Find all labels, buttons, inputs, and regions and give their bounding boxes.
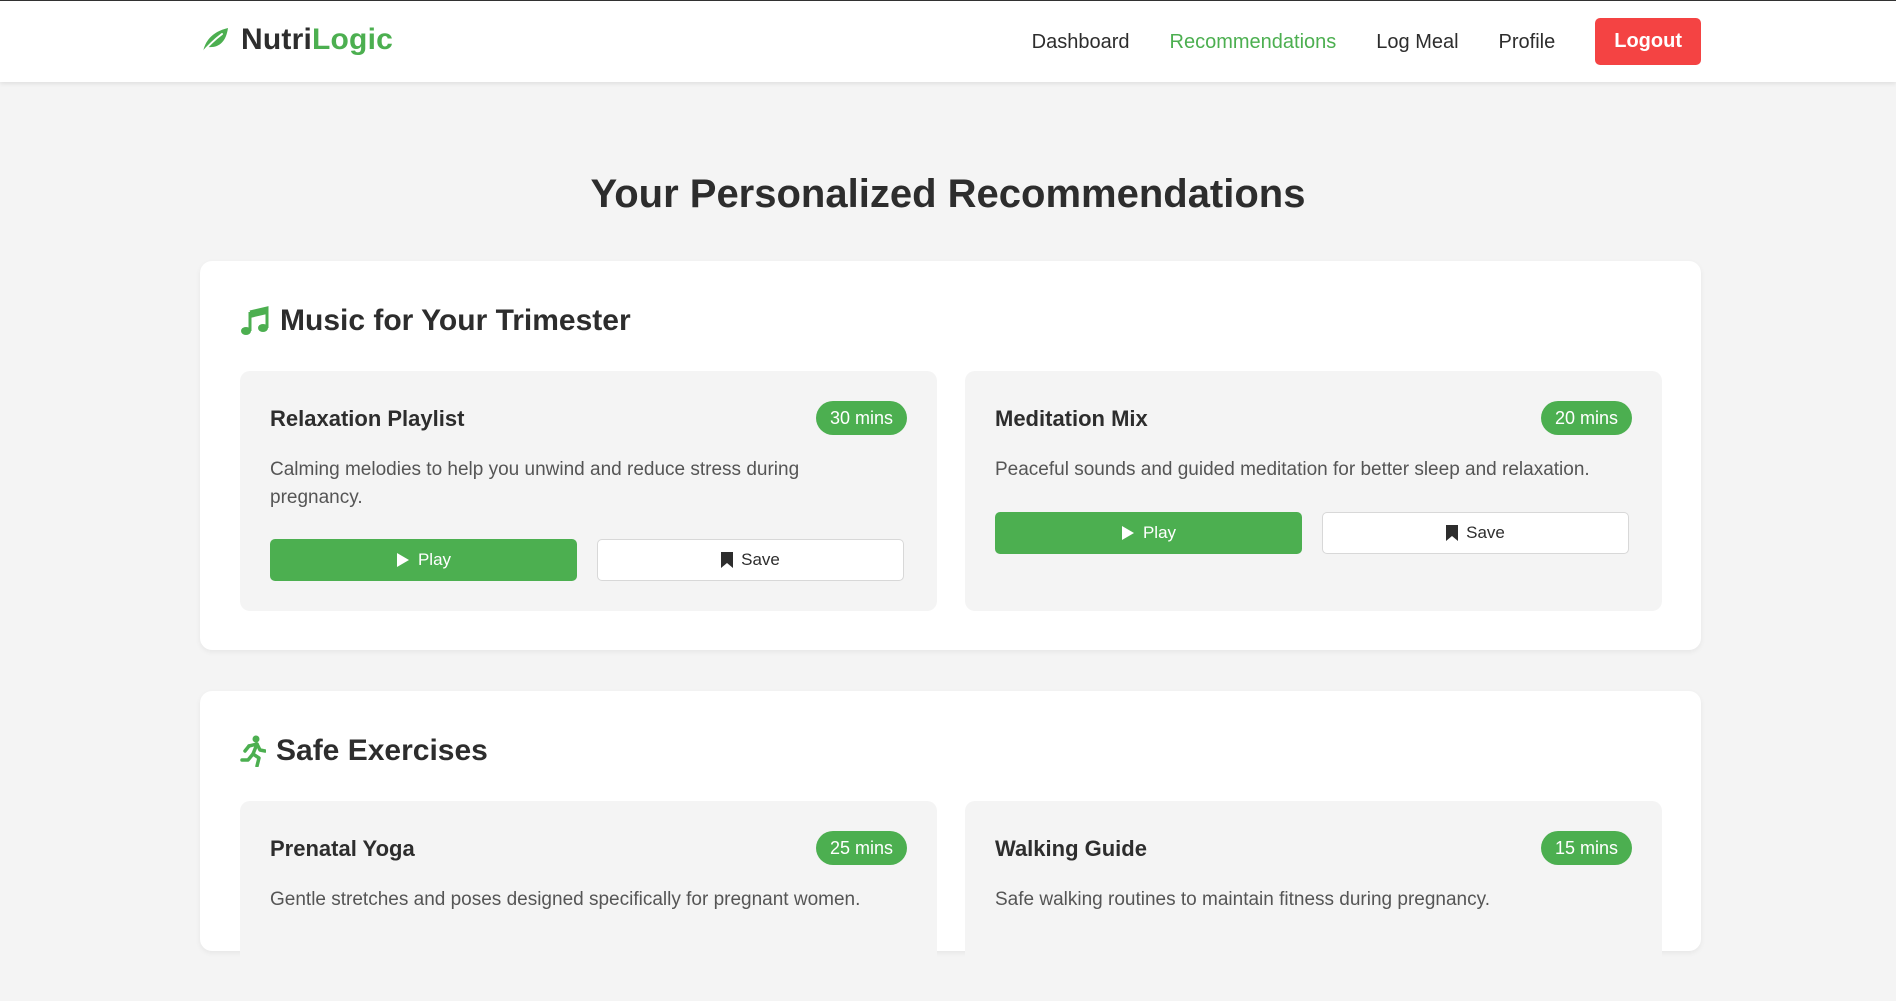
- card-description: Gentle stretches and poses designed spec…: [270, 889, 861, 910]
- nav-link-log-meal[interactable]: Log Meal: [1376, 19, 1458, 65]
- card-actions: Play Save: [995, 512, 1629, 554]
- section-title: Safe Exercises: [276, 734, 488, 767]
- nav-link-recommendations[interactable]: Recommendations: [1170, 19, 1337, 65]
- nav-link-dashboard[interactable]: Dashboard: [1032, 19, 1130, 65]
- duration-badge: 20 mins: [1540, 401, 1632, 435]
- card-title: Meditation Mix: [995, 406, 1148, 431]
- card-description: Peaceful sounds and guided meditation fo…: [995, 459, 1590, 480]
- save-button[interactable]: Save: [597, 539, 904, 581]
- card-title: Relaxation Playlist: [270, 406, 465, 431]
- section-header: Safe Exercises: [240, 734, 488, 768]
- bookmark-icon: [1446, 525, 1459, 541]
- play-button[interactable]: Play: [270, 539, 577, 581]
- card-description: Calming melodies to help you unwind and …: [270, 459, 800, 508]
- save-button[interactable]: Save: [1322, 512, 1629, 554]
- recommendation-card: Prenatal Yoga 25 mins Gentle stretches a…: [240, 801, 937, 1001]
- card-description: Safe walking routines to maintain fitnes…: [995, 889, 1490, 910]
- section-title: Music for Your Trimester: [280, 304, 631, 337]
- save-button-label: Save: [741, 550, 780, 569]
- exercise-section: Safe Exercises Prenatal Yoga 25 mins Gen…: [200, 691, 1701, 1001]
- brand-name-part1: Nutri: [241, 23, 312, 56]
- top-navbar: NutriLogic Dashboard Recommendations Log…: [0, 1, 1896, 82]
- card-title: Walking Guide: [995, 836, 1147, 861]
- brand-name-part2: Logic: [312, 23, 393, 56]
- page-title: Your Personalized Recommendations: [590, 172, 1306, 216]
- nav-link-profile[interactable]: Profile: [1499, 19, 1556, 65]
- play-icon: [396, 553, 409, 567]
- recommendation-card: Walking Guide 15 mins Safe walking routi…: [965, 801, 1662, 1001]
- leaf-icon: [201, 28, 228, 54]
- brand-name: NutriLogic: [241, 23, 393, 57]
- recommendation-card: Relaxation Playlist 30 mins Calming melo…: [240, 371, 937, 611]
- card-actions: Play Save: [270, 539, 904, 581]
- play-button-label: Play: [1142, 523, 1177, 542]
- bookmark-icon: [721, 552, 734, 568]
- card-title: Prenatal Yoga: [270, 836, 415, 861]
- recommendation-card: Meditation Mix 20 mins Peaceful sounds a…: [965, 371, 1662, 611]
- duration-badge: 25 mins: [815, 831, 907, 865]
- brand-logo[interactable]: NutriLogic: [199, 23, 393, 57]
- music-icon: [241, 306, 269, 335]
- play-button[interactable]: Play: [995, 512, 1302, 554]
- duration-badge: 15 mins: [1540, 831, 1632, 865]
- section-header: Music for Your Trimester: [240, 304, 631, 338]
- music-section: Music for Your Trimester Relaxation Play…: [200, 261, 1701, 650]
- duration-badge: 30 mins: [815, 401, 907, 435]
- nav-links: Dashboard Recommendations Log Meal Profi…: [992, 18, 1701, 65]
- running-icon: [240, 735, 266, 767]
- play-icon: [1121, 526, 1134, 540]
- play-button-label: Play: [417, 550, 452, 569]
- save-button-label: Save: [1466, 523, 1505, 542]
- logout-button[interactable]: Logout: [1595, 18, 1701, 65]
